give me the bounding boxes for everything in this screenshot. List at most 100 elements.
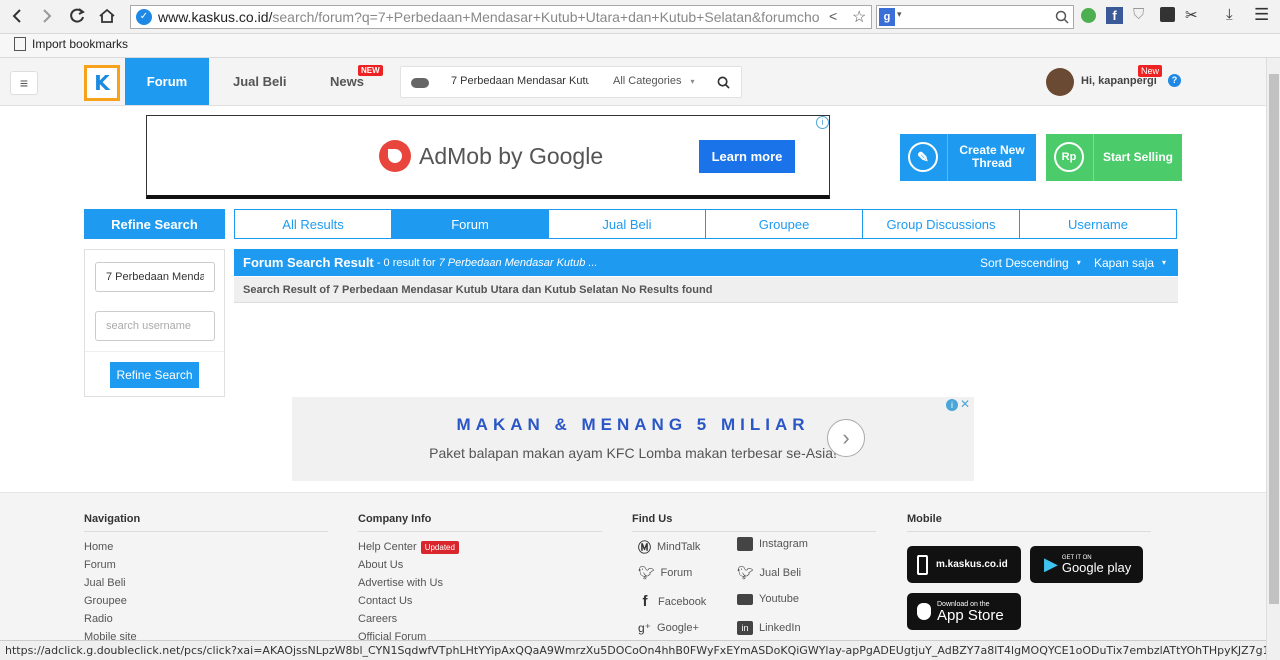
help-icon[interactable]: ? xyxy=(1168,74,1181,87)
search-icon[interactable] xyxy=(717,76,730,89)
menu-icon[interactable]: ☰ xyxy=(1254,5,1269,25)
scissors-icon[interactable]: ✂ xyxy=(1185,6,1198,24)
tab-label: All Results xyxy=(282,216,344,232)
back-button[interactable] xyxy=(6,5,28,27)
social-twitter-jualbeli[interactable]: 🐦︎ Jual Beli xyxy=(737,565,801,581)
username-input[interactable] xyxy=(95,311,215,341)
hamburger-icon: ≡ xyxy=(19,75,29,91)
footer-link: Help Center xyxy=(358,541,417,553)
extension-icon[interactable] xyxy=(1160,7,1175,22)
time-label: Kapan saja xyxy=(1094,255,1155,270)
start-selling-button[interactable]: Rp Start Selling xyxy=(1046,134,1182,181)
apple-icon xyxy=(917,603,931,620)
social-label: Google+ xyxy=(657,622,699,634)
forward-button[interactable] xyxy=(36,5,58,27)
social-instagram[interactable]: Instagram xyxy=(737,537,808,551)
social-googleplus[interactable]: g⁺ Google+ xyxy=(638,621,699,635)
updated-badge: Updated xyxy=(420,541,459,554)
footer-link[interactable]: Radio xyxy=(84,610,328,628)
forward-icon xyxy=(43,9,52,23)
ad-info-icon[interactable]: i xyxy=(816,116,829,129)
learn-more-label: Learn more xyxy=(711,149,783,164)
ad-info-icon[interactable]: i xyxy=(946,399,958,411)
import-bookmarks[interactable]: Import bookmarks xyxy=(14,37,128,51)
tab-username[interactable]: Username xyxy=(1020,210,1176,238)
shield-icon[interactable]: ⛉ xyxy=(1133,6,1144,23)
search-engine-box[interactable]: g ▾ xyxy=(876,5,1074,29)
tab-group-discussions[interactable]: Group Discussions xyxy=(863,210,1020,238)
tab-all-results[interactable]: All Results xyxy=(235,210,392,238)
nav-forum[interactable]: Forum xyxy=(125,58,209,105)
ad-close-icon[interactable]: ✕ xyxy=(960,397,970,411)
avatar[interactable] xyxy=(1046,68,1074,96)
address-bar[interactable]: ✓ www.kaskus.co.id/search/forum?q=7+Perb… xyxy=(130,5,872,29)
time-dropdown[interactable]: Kapan saja ▾ xyxy=(1094,249,1166,276)
search-icon[interactable] xyxy=(1055,10,1069,24)
footer-mobile: Mobile xyxy=(907,493,1151,532)
whatsapp-icon[interactable] xyxy=(1081,8,1096,23)
reload-button[interactable] xyxy=(66,5,88,27)
download-icon[interactable]: ⤓ xyxy=(1226,6,1233,23)
category-select[interactable]: All Categories ▾ xyxy=(613,75,695,87)
share-icon[interactable]: < xyxy=(829,8,837,24)
footer-link[interactable]: Jual Beli xyxy=(84,574,328,592)
facebook-icon: f xyxy=(642,593,648,610)
no-results-message: Search Result of 7 Perbedaan Mendasar Ku… xyxy=(234,277,1178,303)
app-store-badge[interactable]: Download on the App Store xyxy=(907,593,1021,630)
sort-dropdown[interactable]: Sort Descending ▾ xyxy=(980,249,1081,276)
home-button[interactable] xyxy=(96,5,118,27)
google-play-badge[interactable]: ▶ GET IT ON Google play xyxy=(1030,546,1143,583)
chevron-right-icon[interactable]: › xyxy=(827,419,865,457)
footer-link[interactable]: Advertise with Us xyxy=(358,574,602,592)
footer-link[interactable]: Careers xyxy=(358,610,602,628)
refine-button-label: Refine Search xyxy=(116,368,193,382)
tab-jual-beli[interactable]: Jual Beli xyxy=(549,210,706,238)
admob-ad[interactable]: i AdMob by Google Learn more xyxy=(146,115,830,199)
nav-jual-beli[interactable]: Jual Beli xyxy=(233,58,286,105)
social-facebook[interactable]: f Facebook xyxy=(638,593,707,610)
header-search-input[interactable]: 7 Perbedaan Mendasar Kutub xyxy=(451,75,589,87)
play-icon: ▶ xyxy=(1044,554,1058,574)
header-search: 7 Perbedaan Mendasar Kutub All Categorie… xyxy=(400,66,742,98)
youtube-icon xyxy=(737,593,753,605)
instagram-icon xyxy=(737,537,753,551)
tab-label: Groupee xyxy=(758,216,810,232)
mobile-site-badge[interactable]: m.kaskus.co.id xyxy=(907,546,1021,583)
tab-forum[interactable]: Forum xyxy=(392,210,549,238)
facebook-icon[interactable]: f xyxy=(1106,7,1123,24)
hamburger-button[interactable]: ≡ xyxy=(10,71,38,95)
chevron-down-icon[interactable]: ▾ xyxy=(897,9,902,20)
social-youtube[interactable]: Youtube xyxy=(737,593,799,605)
social-mindtalk[interactable]: Ⓜ MindTalk xyxy=(638,537,700,556)
refine-search-button[interactable]: Refine Search xyxy=(110,362,199,388)
google-icon[interactable]: g xyxy=(879,8,895,26)
site-footer: Navigation Home Forum Jual Beli Groupee … xyxy=(0,492,1266,660)
social-twitter-forum[interactable]: 🐦︎ Forum xyxy=(638,565,692,581)
kfc-ad[interactable]: i ✕ MAKAN & MENANG 5 MILIAR Paket balapa… xyxy=(292,397,974,481)
footer-link[interactable]: Home xyxy=(84,538,328,556)
refine-query-input[interactable] xyxy=(95,262,215,292)
chevron-down-icon: ▾ xyxy=(1162,258,1167,267)
no-results-text: Search Result of 7 Perbedaan Mendasar Ku… xyxy=(243,283,713,296)
kaskus-logo[interactable]: K xyxy=(84,65,120,101)
twitter-icon: 🐦︎ xyxy=(638,565,655,580)
footer-link[interactable]: Contact Us xyxy=(358,592,602,610)
footer-link[interactable]: Groupee xyxy=(84,592,328,610)
social-linkedin[interactable]: in LinkedIn xyxy=(737,621,801,635)
url-path: search/forum?q=7+Perbedaan+Mendasar+Kutu… xyxy=(272,9,820,25)
scroll-thumb[interactable] xyxy=(1269,74,1279,604)
page-scrollbar[interactable] xyxy=(1266,58,1280,660)
tab-groupee[interactable]: Groupee xyxy=(706,210,863,238)
reload-icon xyxy=(70,8,85,23)
ad-headline: MAKAN & MENANG 5 MILIAR xyxy=(456,415,810,434)
learn-more-button[interactable]: Learn more xyxy=(699,140,795,173)
star-icon[interactable]: ☆ xyxy=(852,7,866,27)
user-new-badge: New xyxy=(1138,65,1163,77)
create-thread-button[interactable]: ✎ Create New Thread xyxy=(900,134,1036,181)
footer-link-help[interactable]: Help Center Updated xyxy=(358,538,602,556)
url-host: www.kaskus.co.id/ xyxy=(158,9,273,25)
footer-link[interactable]: About Us xyxy=(358,556,602,574)
appstore-label: App Store xyxy=(937,606,1004,624)
footer-link[interactable]: Forum xyxy=(84,556,328,574)
footer-find-us: Find Us xyxy=(632,493,876,532)
